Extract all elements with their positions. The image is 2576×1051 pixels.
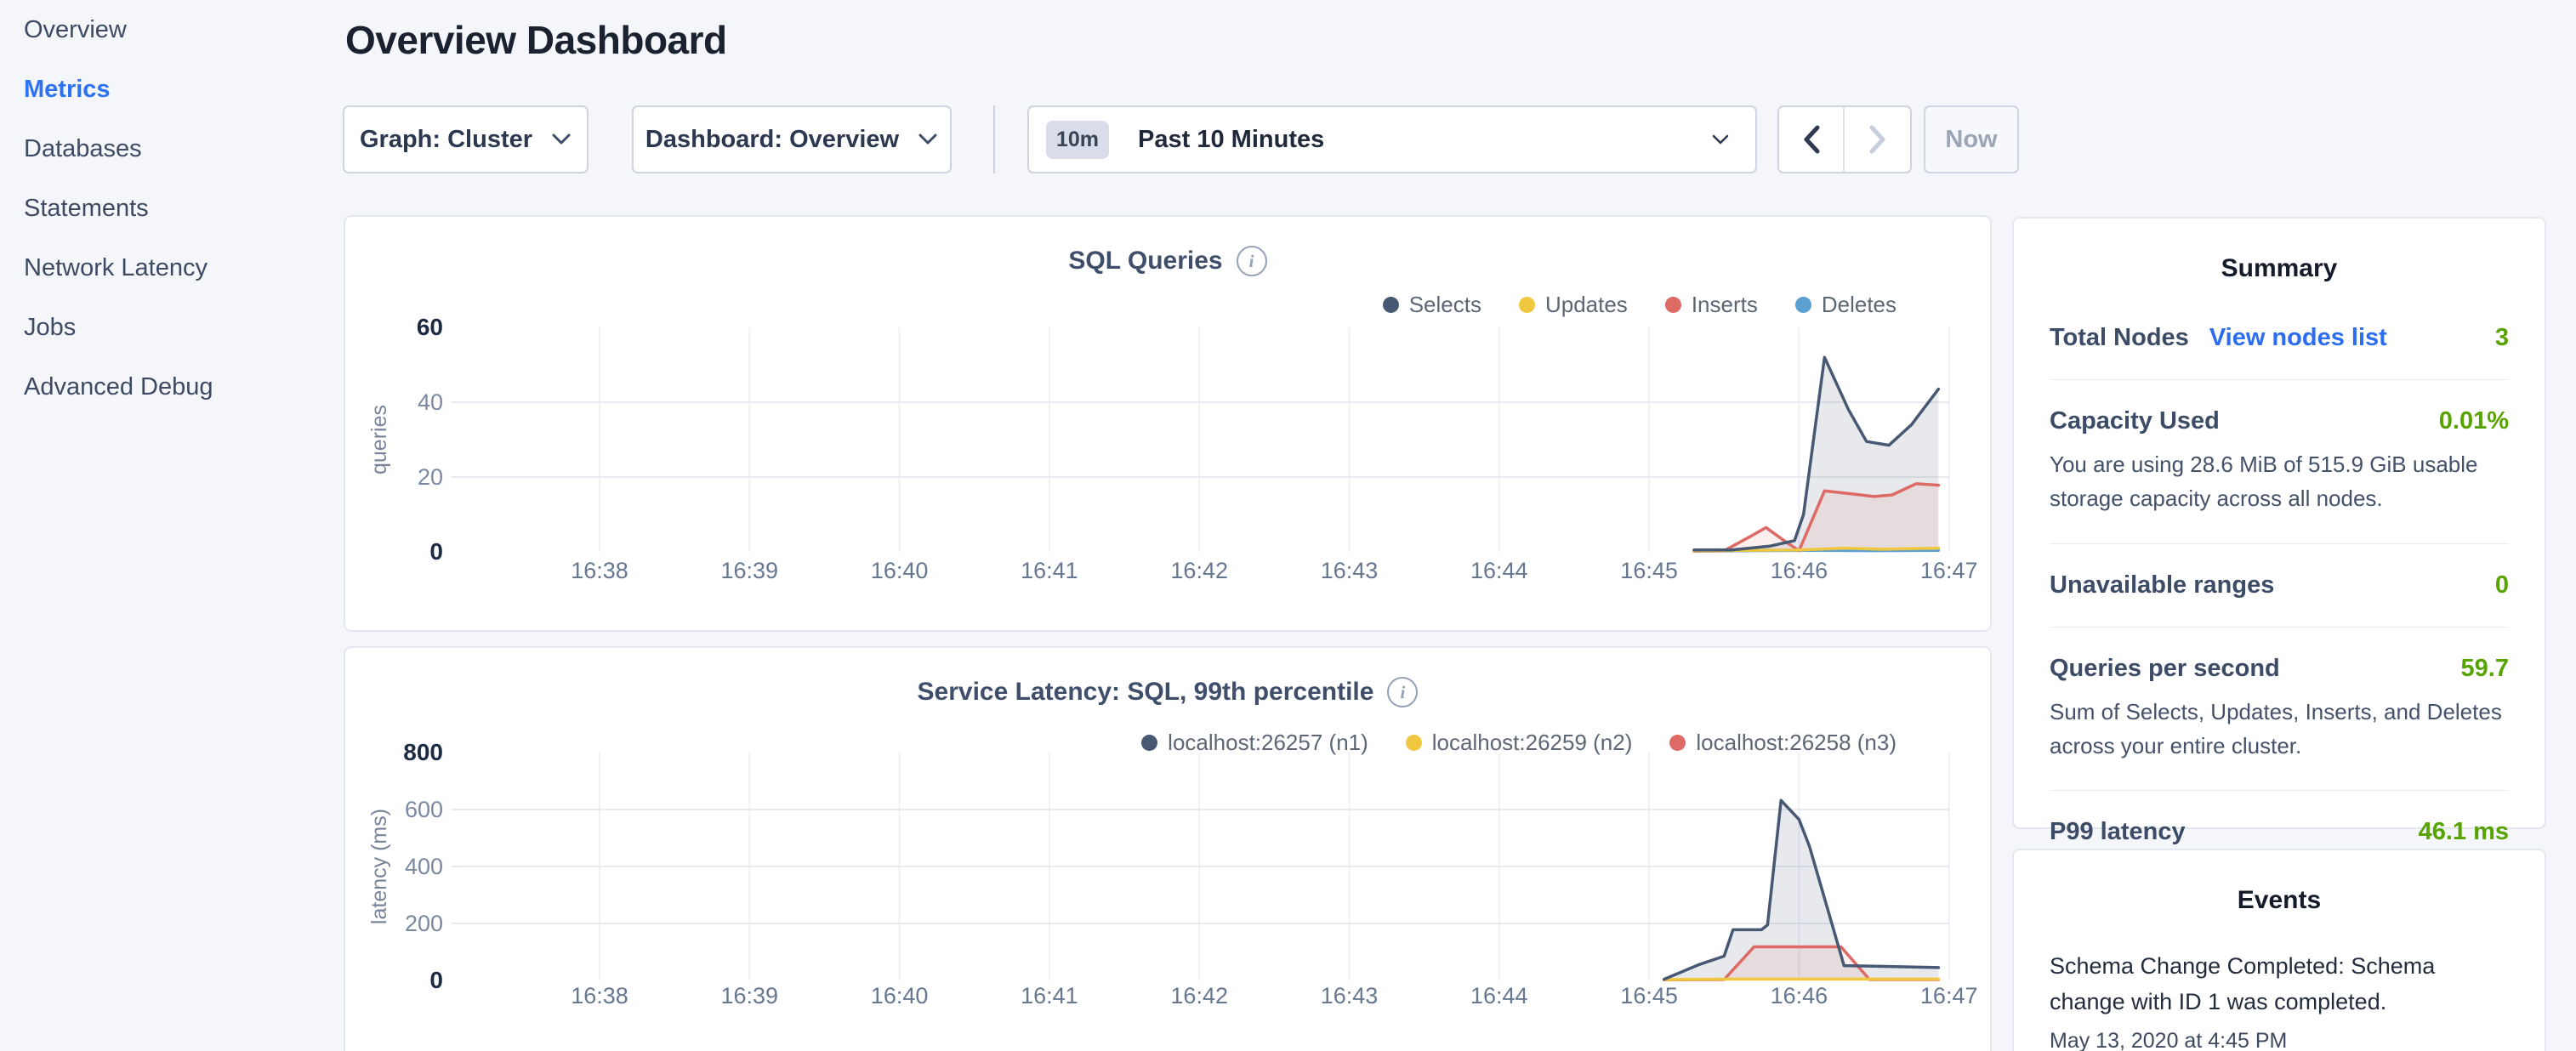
service-latency-chart-card: Service Latency: SQL, 99th percentile i … — [344, 646, 1992, 1051]
svg-text:16:38: 16:38 — [571, 983, 628, 1008]
dashboard-dropdown-label: Dashboard: Overview — [645, 126, 899, 154]
svg-text:0: 0 — [429, 538, 443, 565]
svg-text:16:42: 16:42 — [1170, 558, 1228, 583]
time-window-nav — [1777, 105, 1912, 173]
svg-text:16:41: 16:41 — [1021, 983, 1078, 1008]
unavailable-ranges-value: 0 — [2495, 571, 2509, 599]
queries-per-second-description: Sum of Selects, Updates, Inserts, and De… — [2050, 695, 2509, 764]
svg-text:800: 800 — [403, 739, 443, 765]
svg-text:600: 600 — [405, 797, 443, 822]
event-message: Schema Change Completed: Schema change w… — [2050, 949, 2509, 1020]
summary-row-queries-per-second: Queries per second 59.7 Sum of Selects, … — [2050, 628, 2509, 791]
page-title: Overview Dashboard — [345, 17, 727, 63]
summary-panel: Summary Total Nodes View nodes list 3 Ca… — [2012, 217, 2546, 829]
svg-text:200: 200 — [405, 911, 443, 936]
time-range-label: Past 10 Minutes — [1138, 126, 1324, 154]
svg-text:16:43: 16:43 — [1321, 558, 1379, 583]
svg-text:60: 60 — [417, 314, 443, 340]
svg-text:20: 20 — [418, 464, 443, 490]
now-button[interactable]: Now — [1924, 105, 2019, 173]
svg-text:16:42: 16:42 — [1170, 983, 1228, 1008]
p99-latency-label: P99 latency — [2050, 818, 2186, 846]
view-nodes-list-link[interactable]: View nodes list — [2209, 324, 2387, 352]
svg-text:16:40: 16:40 — [871, 983, 929, 1008]
previous-time-window-button[interactable] — [1779, 107, 1845, 172]
svg-text:16:38: 16:38 — [571, 558, 628, 583]
unavailable-ranges-label: Unavailable ranges — [2050, 571, 2274, 599]
event-timestamp: May 13, 2020 at 4:45 PM — [2050, 1029, 2509, 1051]
capacity-used-value: 0.01% — [2439, 407, 2509, 435]
graph-dropdown-label: Graph: Cluster — [360, 126, 532, 154]
svg-text:16:44: 16:44 — [1470, 558, 1528, 583]
graph-dropdown[interactable]: Graph: Cluster — [343, 105, 589, 173]
summary-row-total-nodes: Total Nodes View nodes list 3 — [2050, 283, 2509, 379]
svg-text:16:47: 16:47 — [1920, 558, 1978, 583]
svg-text:16:46: 16:46 — [1771, 983, 1828, 1008]
capacity-used-description: You are using 28.6 MiB of 515.9 GiB usab… — [2050, 447, 2509, 516]
svg-text:40: 40 — [418, 389, 443, 415]
next-time-window-button[interactable] — [1845, 107, 1910, 172]
sidebar-item-jobs[interactable]: Jobs — [0, 298, 340, 357]
svg-text:16:44: 16:44 — [1470, 983, 1528, 1008]
svg-text:400: 400 — [405, 854, 443, 879]
sidebar-item-advanced-debug[interactable]: Advanced Debug — [0, 357, 340, 417]
svg-text:16:47: 16:47 — [1920, 983, 1978, 1008]
events-panel: Events Schema Change Completed: Schema c… — [2012, 849, 2546, 1051]
svg-text:queries: queries — [367, 405, 391, 474]
controls-divider — [993, 105, 995, 173]
time-range-selector[interactable]: 10m Past 10 Minutes — [1027, 105, 1757, 173]
chevron-down-icon — [918, 133, 938, 146]
svg-text:16:46: 16:46 — [1771, 558, 1828, 583]
events-title: Events — [2014, 850, 2545, 915]
chevron-down-icon — [551, 133, 571, 146]
sql-queries-chart-card: SQL Queries i SelectsUpdatesInsertsDelet… — [344, 215, 1992, 632]
svg-text:16:45: 16:45 — [1620, 558, 1678, 583]
controls-row: Graph: Cluster Dashboard: Overview 10m P… — [0, 105, 2576, 173]
chevron-down-icon — [1711, 134, 1730, 145]
queries-per-second-value: 59.7 — [2461, 655, 2509, 683]
sidebar-item-network-latency[interactable]: Network Latency — [0, 238, 340, 298]
total-nodes-label: Total Nodes — [2050, 324, 2189, 352]
time-range-badge: 10m — [1046, 121, 1109, 159]
total-nodes-value: 3 — [2495, 324, 2509, 352]
dashboard-dropdown[interactable]: Dashboard: Overview — [632, 105, 952, 173]
summary-title: Summary — [2014, 219, 2545, 283]
capacity-used-label: Capacity Used — [2050, 407, 2220, 435]
svg-text:0: 0 — [429, 967, 443, 993]
queries-per-second-label: Queries per second — [2050, 655, 2280, 683]
svg-text:16:39: 16:39 — [721, 983, 779, 1008]
sidebar-item-overview[interactable]: Overview — [0, 0, 340, 60]
svg-text:16:43: 16:43 — [1321, 983, 1379, 1008]
svg-text:latency (ms): latency (ms) — [367, 809, 391, 924]
svg-text:16:40: 16:40 — [871, 558, 929, 583]
summary-row-capacity-used: Capacity Used 0.01% You are using 28.6 M… — [2050, 380, 2509, 543]
svg-text:16:41: 16:41 — [1021, 558, 1078, 583]
svg-text:16:39: 16:39 — [721, 558, 779, 583]
summary-row-unavailable-ranges: Unavailable ranges 0 — [2050, 544, 2509, 627]
svg-text:16:45: 16:45 — [1620, 983, 1678, 1008]
sidebar-item-statements[interactable]: Statements — [0, 179, 340, 238]
p99-latency-value: 46.1 ms — [2419, 818, 2509, 846]
